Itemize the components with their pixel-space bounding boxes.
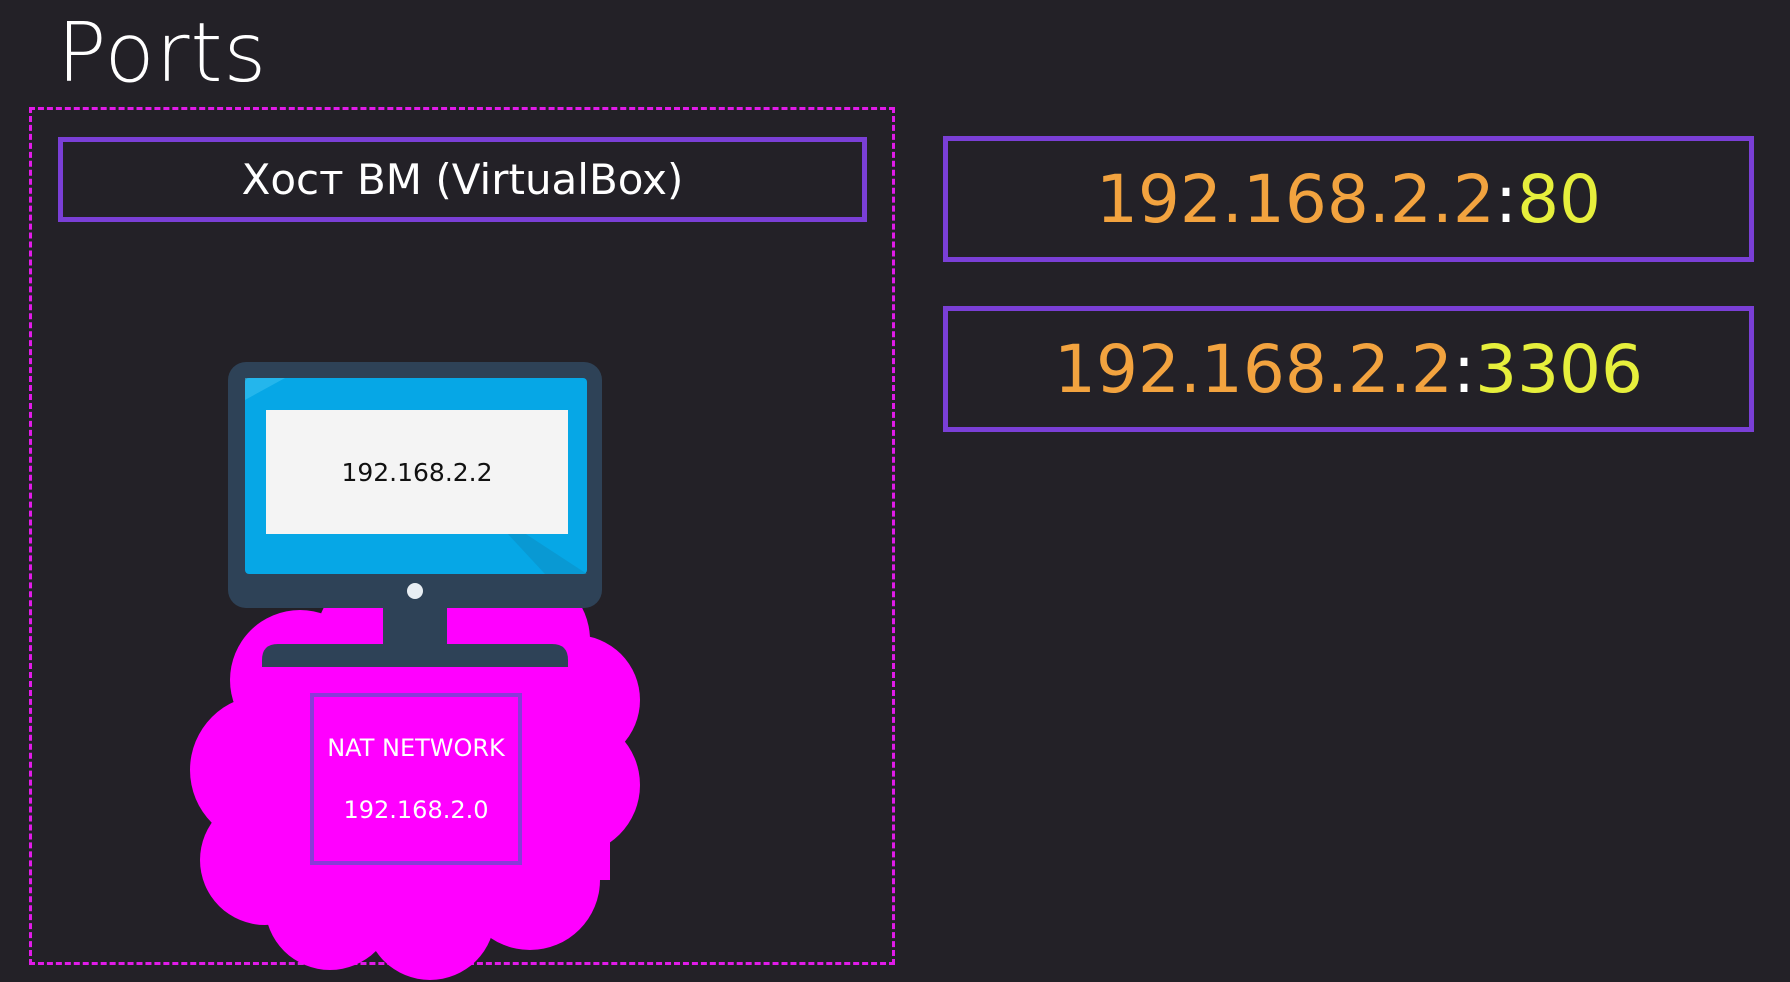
nat-network-name: NAT NETWORK — [327, 734, 505, 762]
screen-ip-label: 192.168.2.2 — [341, 457, 493, 487]
nat-network-box: NAT NETWORK 192.168.2.0 — [310, 693, 522, 865]
nat-network-address: 192.168.2.0 — [343, 796, 489, 824]
